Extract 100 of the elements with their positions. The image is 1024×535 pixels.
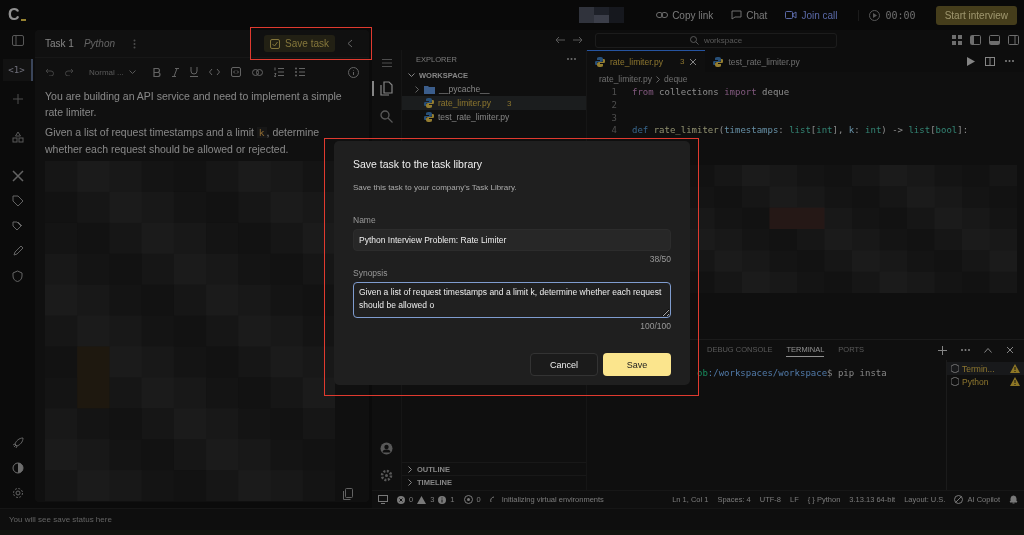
timer-text: 00:00 [885,9,916,21]
panel-icon[interactable] [989,35,1000,45]
python-file-icon [713,56,724,67]
warning-icon [1010,377,1020,386]
folder-item[interactable]: __pycache__ [402,82,586,96]
join-call-button[interactable]: Join call [781,9,842,21]
italic-icon[interactable] [171,67,179,77]
play-icon [868,9,880,21]
terminal-item[interactable]: Python [947,375,1024,388]
start-interview-button[interactable]: Start interview [935,5,1017,25]
primary-sidebar-icon[interactable] [970,35,981,45]
bell-icon[interactable] [1009,495,1018,504]
tag-icon[interactable] [11,195,24,207]
task-title: Task 1 [45,38,74,49]
file-item[interactable]: test_rate_limiter.py [402,110,586,124]
copy-link-button[interactable]: Copy link [652,9,718,21]
back-arrow-icon[interactable] [555,36,565,44]
contrast-icon[interactable] [11,462,24,474]
dialog-title: Save task to the task library [353,158,483,170]
maximize-icon[interactable] [984,347,992,353]
breadcrumb-item[interactable]: rate_limiter.py [599,74,652,84]
split-editor-icon[interactable] [985,56,995,66]
character-count: 100/100 [640,321,671,331]
bold-icon[interactable] [152,67,161,77]
folder-icon [424,84,435,94]
app-logo: C [8,6,26,24]
save-button[interactable]: Save [603,353,671,376]
description-paragraph: You are building an API service and need to implement a simple rate limiter. [45,89,343,120]
settings-icon[interactable] [380,469,393,482]
terminal-item[interactable]: Termin... [947,362,1024,375]
task-language: Python [83,38,116,49]
shapes-icon[interactable] [11,131,24,143]
shield-icon[interactable] [12,270,23,282]
warning-icon [417,495,427,504]
python-file-icon [595,56,605,67]
video-camera-icon [785,10,798,20]
checkbox-icon [270,38,281,49]
close-icon[interactable] [689,57,698,66]
search-field[interactable]: workspace [595,32,837,48]
account-icon[interactable] [380,442,393,455]
line-number: 1 [610,87,617,98]
forward-arrow-icon[interactable] [573,36,583,44]
files-icon[interactable] [372,81,393,96]
add-terminal-icon[interactable] [938,345,947,355]
copy-icon[interactable] [343,488,353,500]
add-icon[interactable] [12,94,23,104]
close-icon[interactable] [1006,346,1014,354]
tools-icon[interactable] [11,170,24,182]
code-line: def rate_limiter(timestamps: list[int], k: int) -> list[bool]: [632,125,969,136]
name-field[interactable]: Python Interview Problem: Rate Limiter [353,229,671,251]
run-icon[interactable] [967,56,975,66]
tags-icon[interactable] [11,220,24,232]
undo-icon[interactable] [45,68,54,76]
numbered-list-icon[interactable] [273,67,284,77]
field-label: Synopsis [353,268,389,278]
character-count: 38/50 [649,254,671,264]
link-icon [656,10,669,20]
menu-icon[interactable] [381,59,392,67]
search-icon [689,35,699,45]
chat-icon [731,10,743,20]
pen-icon[interactable] [11,245,24,257]
settings-icon[interactable] [11,487,24,499]
redo-icon[interactable] [65,68,74,76]
chevron-icon [415,85,420,93]
code-line: from collections import deque [632,87,790,98]
sidebar-toggle-icon[interactable] [11,35,24,46]
info-icon [438,495,447,504]
more-icon[interactable] [133,38,137,49]
underline-icon[interactable] [189,67,198,77]
python-file-icon [424,98,434,108]
caret-icon [128,70,136,74]
code-icon[interactable] [208,68,220,76]
save-task-button[interactable]: Save task [264,35,335,52]
blocked-icon [954,495,964,504]
line-number: 3 [610,112,617,123]
task-tab[interactable]: <1> [2,59,33,81]
code-block-icon[interactable] [230,67,241,77]
text-style-dropdown[interactable]: Normal ... [89,67,136,77]
info-icon[interactable] [348,66,359,78]
search-icon[interactable] [380,110,393,123]
cancel-button[interactable]: Cancel [530,353,598,376]
chevron-down-icon [408,72,415,78]
dialog-subtitle: Save this task to your company's Task Library. [353,183,518,192]
secondary-sidebar-icon[interactable] [1008,35,1019,45]
editor-tab[interactable]: test_rate_limiter.py [705,50,808,72]
remote-icon[interactable] [378,495,388,504]
bullet-list-icon[interactable] [294,67,305,77]
chat-button[interactable]: Chat [727,9,772,21]
line-number: 2 [610,100,617,111]
layout-grid-icon[interactable] [952,35,962,45]
collapse-icon[interactable] [347,39,353,48]
save-status-text: You will see save status here [9,515,112,524]
warning-icon [1010,364,1020,373]
breadcrumb-item[interactable]: deque [663,74,688,84]
rocket-icon[interactable] [11,437,24,449]
link-icon[interactable] [251,68,263,76]
file-item[interactable]: rate_limiter.py 3 [402,96,586,110]
synopsis-field[interactable]: Given a list of request timestamps and a limit k, determine whether each request should be allowed o [353,282,671,318]
python-file-icon [424,112,434,122]
field-label: Name [353,215,377,225]
